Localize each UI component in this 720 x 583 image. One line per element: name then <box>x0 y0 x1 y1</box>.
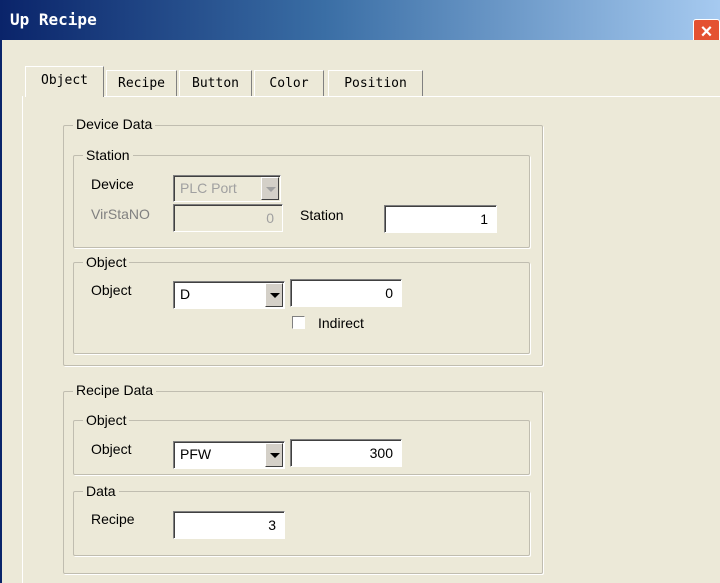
title-bar[interactable] <box>0 0 720 40</box>
tab-position-label: Position <box>344 76 407 91</box>
device-object-dropdown-button[interactable] <box>265 283 283 307</box>
tab-button-label: Button <box>192 76 239 91</box>
recipe-object-type-select[interactable]: PFW <box>173 441 285 469</box>
tab-object-label: Object <box>41 73 88 88</box>
virstano-field: 0 <box>173 204 283 232</box>
recipe-data-legend: Recipe Data <box>73 382 157 398</box>
data-legend: Data <box>83 483 119 499</box>
device-object-type-select[interactable]: D <box>173 281 285 309</box>
window-border <box>0 40 2 583</box>
recipe-data-subgroup <box>73 491 530 556</box>
tab-color[interactable]: Color <box>254 70 324 97</box>
device-object-address-field[interactable]: 0 <box>290 279 402 307</box>
station-group <box>73 155 530 248</box>
tab-object[interactable]: Object <box>25 66 104 97</box>
window-title: Up Recipe <box>10 10 97 29</box>
device-object-label: Object <box>91 282 132 298</box>
indirect-label: Indirect <box>318 315 364 331</box>
tab-position[interactable]: Position <box>328 70 423 97</box>
chevron-down-icon <box>270 293 280 298</box>
station-field[interactable]: 1 <box>384 205 497 233</box>
recipe-object-type-value: PFW <box>180 446 212 462</box>
tab-divider <box>104 96 720 97</box>
recipe-label: Recipe <box>91 511 135 527</box>
recipe-object-label: Object <box>91 441 132 457</box>
device-object-group <box>73 262 530 354</box>
station-label: Station <box>300 207 344 223</box>
device-dropdown-button <box>261 177 279 200</box>
device-label: Device <box>91 176 134 192</box>
recipe-object-address-field[interactable]: 300 <box>290 439 402 467</box>
station-legend: Station <box>83 147 133 163</box>
device-object-type-value: D <box>180 286 191 302</box>
indirect-checkbox[interactable] <box>292 316 305 329</box>
tab-color-label: Color <box>269 76 309 91</box>
tab-recipe[interactable]: Recipe <box>106 70 177 97</box>
device-data-legend: Device Data <box>73 116 156 132</box>
virstano-label: VirStaNO <box>91 206 150 222</box>
recipe-field[interactable]: 3 <box>173 511 285 539</box>
device-object-legend: Object <box>83 254 130 270</box>
tab-button[interactable]: Button <box>179 70 252 97</box>
device-select-value: PLC Port <box>180 180 237 196</box>
recipe-object-legend: Object <box>83 412 130 428</box>
device-select: PLC Port <box>173 175 281 202</box>
chevron-down-icon <box>270 453 280 458</box>
chevron-down-icon <box>266 187 276 192</box>
recipe-object-dropdown-button[interactable] <box>265 443 283 467</box>
tab-recipe-label: Recipe <box>118 76 165 91</box>
